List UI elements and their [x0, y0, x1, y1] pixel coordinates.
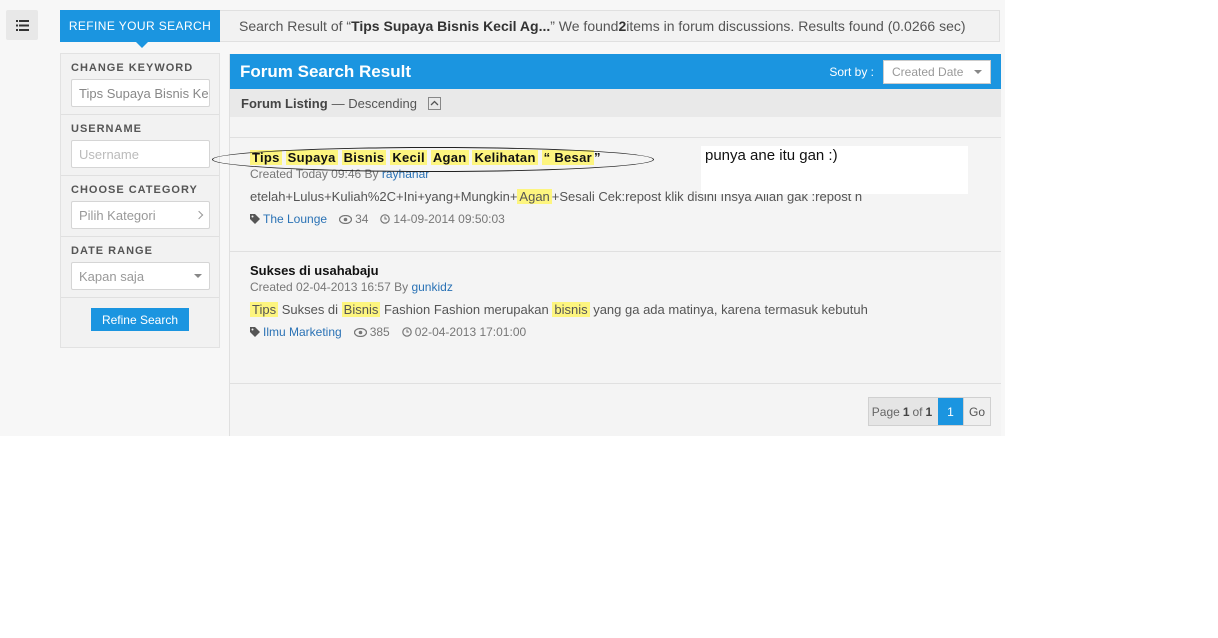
username-placeholder: Username — [79, 146, 139, 162]
summary-mid: ” We found — [550, 18, 619, 34]
result-footer: Ilmu Marketing 385 02-04-2013 17:01:00 — [250, 325, 981, 339]
category-section: CHOOSE CATEGORY Pilih Kategori — [61, 176, 219, 237]
chevron-right-icon — [194, 210, 204, 220]
page-info: Page 1 of 1 — [869, 398, 938, 425]
views-count: 385 — [369, 325, 390, 339]
date-part: 02-04-2013 17:01:00 — [401, 325, 527, 339]
annotation-ellipse — [212, 147, 654, 172]
created-text: Created 02-04-2013 16:57 By — [250, 280, 409, 294]
search-summary-bar: Search Result of “Tips Supaya Bisnis Kec… — [220, 10, 1000, 42]
sort-label: Sort by : — [829, 64, 874, 79]
username-input[interactable]: Username — [71, 140, 210, 168]
views-part: 385 — [353, 325, 390, 339]
summary-suffix: items in forum discussions. Results foun… — [626, 18, 966, 34]
username-section: USERNAME Username — [61, 115, 219, 176]
date-range-select[interactable]: Kapan saja — [71, 262, 210, 290]
keyword-label: CHANGE KEYWORD — [71, 62, 194, 74]
category-value: Pilih Kategori — [79, 207, 156, 223]
sort-select[interactable]: Created Date — [883, 59, 991, 84]
page-word: Page — [871, 404, 900, 419]
snippet-text: yang ga ada matinya, karena termasuk keb… — [589, 302, 868, 317]
annotation-note: punya ane itu gan :) — [701, 146, 968, 194]
refine-your-search-tab[interactable]: REFINE YOUR SEARCH — [60, 10, 220, 48]
tag-icon — [250, 214, 260, 224]
category-link[interactable]: Ilmu Marketing — [263, 325, 342, 339]
result-snippet: Tips Sukses di Bisnis Fashion Fashion me… — [250, 302, 981, 317]
category-part: The Lounge — [250, 212, 327, 226]
listing-bar: Forum Listing — Descending — [230, 89, 1001, 117]
snippet-text: Sukses di — [278, 302, 342, 317]
category-part: Ilmu Marketing — [250, 325, 342, 339]
page-current: 1 — [902, 404, 910, 419]
result-item: Sukses di usahabaju Created 02-04-2013 1… — [230, 251, 1001, 363]
eye-icon — [353, 327, 367, 337]
list-toggle-button[interactable] — [6, 10, 38, 40]
keyword-input[interactable]: Tips Supaya Bisnis Ke — [71, 79, 210, 107]
snippet-text: etelah+Lulus+Kuliah%2C+Ini+yang+Mungkin+ — [250, 189, 518, 204]
keyword-value: Tips Supaya Bisnis Ke — [79, 85, 209, 101]
date-range-value: Kapan saja — [79, 268, 145, 284]
pagination-area: Page 1 of 1 1 Go — [230, 383, 1001, 436]
tag-icon — [250, 327, 260, 337]
of-word: of — [912, 404, 923, 419]
snippet-text: Fashion Fashion merupakan — [380, 302, 553, 317]
summary-count: 2 — [618, 18, 627, 34]
date-part: 14-09-2014 09:50:03 — [380, 212, 505, 226]
chevron-up-icon — [430, 100, 439, 106]
results-title: Forum Search Result — [240, 61, 411, 81]
date-range-label: DATE RANGE — [71, 245, 153, 257]
summary-prefix: Search Result of “ — [239, 18, 352, 34]
page-1-button[interactable]: 1 — [938, 398, 963, 425]
listing-label: Forum Listing — [241, 95, 328, 111]
collapse-button[interactable] — [427, 96, 441, 110]
views-part: 34 — [339, 212, 368, 226]
pagination: Page 1 of 1 1 Go — [868, 397, 991, 426]
category-link[interactable]: The Lounge — [263, 212, 327, 226]
clock-icon — [380, 214, 391, 224]
caret-down-icon — [974, 69, 982, 74]
eye-icon — [339, 214, 353, 224]
refine-sidebar: CHANGE KEYWORD Tips Supaya Bisnis Ke USE… — [60, 53, 220, 348]
keyword-section: CHANGE KEYWORD Tips Supaya Bisnis Ke — [61, 54, 219, 115]
clock-icon — [401, 327, 412, 337]
sort-value: Created Date — [892, 64, 964, 79]
category-select[interactable]: Pilih Kategori — [71, 201, 210, 229]
post-date: 14-09-2014 09:50:03 — [393, 212, 505, 226]
category-label: CHOOSE CATEGORY — [71, 184, 198, 196]
results-header: Forum Search Result Sort by : Created Da… — [230, 54, 1001, 89]
username-label: USERNAME — [71, 123, 142, 135]
result-footer: The Lounge 34 14-09-2014 09:50:03 — [250, 212, 981, 226]
snippet-highlight: Agan — [517, 189, 552, 204]
refine-search-button[interactable]: Refine Search — [91, 308, 189, 331]
date-range-section: DATE RANGE Kapan saja — [61, 237, 219, 298]
go-button[interactable]: Go — [963, 398, 990, 425]
page-total: 1 — [925, 404, 933, 419]
caret-down-icon — [194, 274, 202, 278]
listing-order: — Descending — [331, 95, 417, 111]
summary-query: Tips Supaya Bisnis Kecil Ag... — [351, 18, 551, 34]
snippet-highlight: Bisnis — [341, 302, 381, 317]
list-icon — [15, 19, 29, 31]
snippet-highlight: bisnis — [552, 302, 590, 317]
result-meta: Created 02-04-2013 16:57 By gunkidz — [250, 280, 981, 294]
result-title-link[interactable]: Sukses di usahabaju — [250, 263, 981, 278]
results-panel: Forum Search Result Sort by : Created Da… — [212, 54, 1001, 436]
post-date: 02-04-2013 17:01:00 — [414, 325, 527, 339]
views-count: 34 — [355, 212, 369, 226]
snippet-highlight: Tips — [250, 302, 279, 317]
author-link[interactable]: gunkidz — [411, 280, 452, 294]
